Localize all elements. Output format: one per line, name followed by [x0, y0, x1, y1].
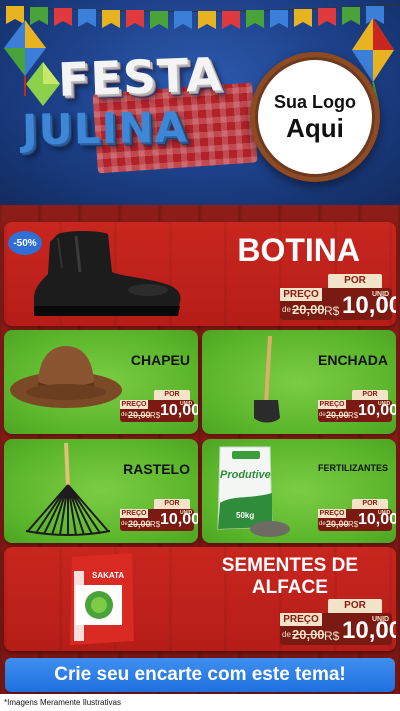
footnote: *Imagens Meramente Ilustrativas	[4, 698, 121, 707]
create-flyer-button[interactable]: Crie seu encarte com este tema!	[5, 658, 395, 692]
bag-brand: Produtive	[220, 469, 271, 481]
packet-brand: SAKATA	[92, 571, 125, 580]
por-label: POR	[352, 499, 388, 509]
bag-weight: 50kg	[236, 511, 255, 520]
product-card-sementes-alface[interactable]: SAKATA SEMENTES DE ALFACE POR PREÇO de 2…	[4, 547, 396, 651]
old-price: 20,00	[326, 519, 349, 529]
preco-label: PREÇO	[318, 509, 346, 518]
product-name: FERTILIZANTES	[318, 463, 388, 473]
de-label: de	[282, 630, 291, 639]
fertilizer-bag-icon	[217, 446, 290, 537]
por-label: POR	[352, 390, 388, 400]
price-tag: POR PREÇO de 20,00 R$ 10,00 UNID	[316, 388, 396, 424]
price-value: 10,00	[160, 511, 198, 528]
hoe-icon	[254, 335, 280, 423]
product-name-line1: SEMENTES DE	[221, 555, 358, 576]
product-name: CHAPEU	[130, 352, 190, 368]
unit-label: UNID	[372, 616, 390, 623]
old-price: 20,00	[292, 627, 325, 642]
preco-label: PREÇO	[120, 509, 148, 518]
product-card-enchada[interactable]: ENCHADA POR PREÇO de 20,00 R$ 10,00 UNID	[202, 330, 396, 434]
price-tag: POR PREÇO de 20,00 R$ 10,00 UNID	[316, 497, 396, 533]
seed-packet-icon	[70, 553, 134, 645]
por-label: POR	[154, 390, 190, 400]
preco-label: PREÇO	[318, 400, 346, 409]
boot-icon	[34, 231, 181, 316]
currency-symbol: R$	[150, 411, 161, 420]
product-name-line2: ALFACE	[251, 577, 328, 598]
unit-label: UNID	[372, 291, 390, 298]
logo-placeholder[interactable]: Sua Logo Aqui	[258, 60, 372, 174]
title-festa: FESTA	[57, 47, 224, 107]
product-name: ENCHADA	[318, 352, 388, 368]
logo-text-line2: Aqui	[286, 113, 344, 143]
de-label: de	[282, 305, 291, 314]
product-card-chapeu[interactable]: CHAPEU POR PREÇO de 20,00 R$ 10,00 UNID	[4, 330, 198, 434]
currency-symbol: R$	[348, 520, 359, 529]
product-name: RASTELO	[123, 461, 190, 477]
por-label: POR	[328, 274, 382, 288]
title-julina: JULINA	[21, 102, 189, 155]
price-value: 10,00	[358, 402, 396, 419]
bunting-flags-icon	[0, 3, 400, 29]
price-tag: POR PREÇO de 20,00 R$ 10,00 UNID	[278, 599, 396, 649]
de-label: de	[121, 412, 128, 418]
de-label: de	[121, 521, 128, 527]
unit-label: UNID	[378, 401, 391, 407]
product-card-fertilizantes[interactable]: Produtive 50kg FERTILIZANTES POR PREÇO d…	[202, 439, 396, 543]
hat-icon	[10, 346, 122, 408]
de-label: de	[319, 521, 326, 527]
product-card-botina[interactable]: BOTINA POR PREÇO de 20,00 R$ 10,00 UNID	[4, 222, 396, 326]
price-tag: POR PREÇO de 20,00 R$ 10,00 UNID	[118, 497, 198, 533]
de-label: de	[319, 412, 326, 418]
currency-symbol: R$	[324, 629, 340, 643]
unit-label: UNID	[180, 510, 193, 516]
por-label: POR	[328, 599, 382, 613]
logo-text-line1: Sua Logo	[274, 92, 356, 112]
currency-symbol: R$	[348, 411, 359, 420]
price-value: 10,00	[358, 511, 396, 528]
preco-label-overlay: PREÇO	[280, 288, 322, 301]
por-label: POR	[154, 499, 190, 509]
currency-symbol: R$	[324, 304, 340, 318]
rake-icon	[25, 442, 111, 536]
preco-label: PREÇO	[280, 613, 322, 626]
preco-label: PREÇO	[120, 400, 148, 409]
price-value: 10,00	[160, 402, 198, 419]
unit-label: UNID	[378, 510, 391, 516]
old-price: 20,00	[326, 410, 349, 420]
product-name: SEMENTES DE ALFACE	[222, 555, 358, 599]
old-price: 20,00	[128, 410, 151, 420]
discount-badge: -50%	[8, 231, 42, 255]
product-name: BOTINA	[237, 232, 360, 268]
unit-label: UNID	[180, 401, 193, 407]
price-tag: POR PREÇO de 20,00 R$ 10,00 UNID	[118, 388, 198, 424]
old-price: 20,00	[292, 302, 325, 317]
currency-symbol: R$	[150, 520, 161, 529]
festa-julina-header: FESTA JULINA Sua Logo Aqui	[0, 0, 400, 205]
old-price: 20,00	[128, 519, 151, 529]
price-tag: POR PREÇO de 20,00 R$ 10,00 UNID	[278, 272, 396, 322]
product-card-rastelo[interactable]: RASTELO POR PREÇO de 20,00 R$ 10,00 UNID	[4, 439, 198, 543]
